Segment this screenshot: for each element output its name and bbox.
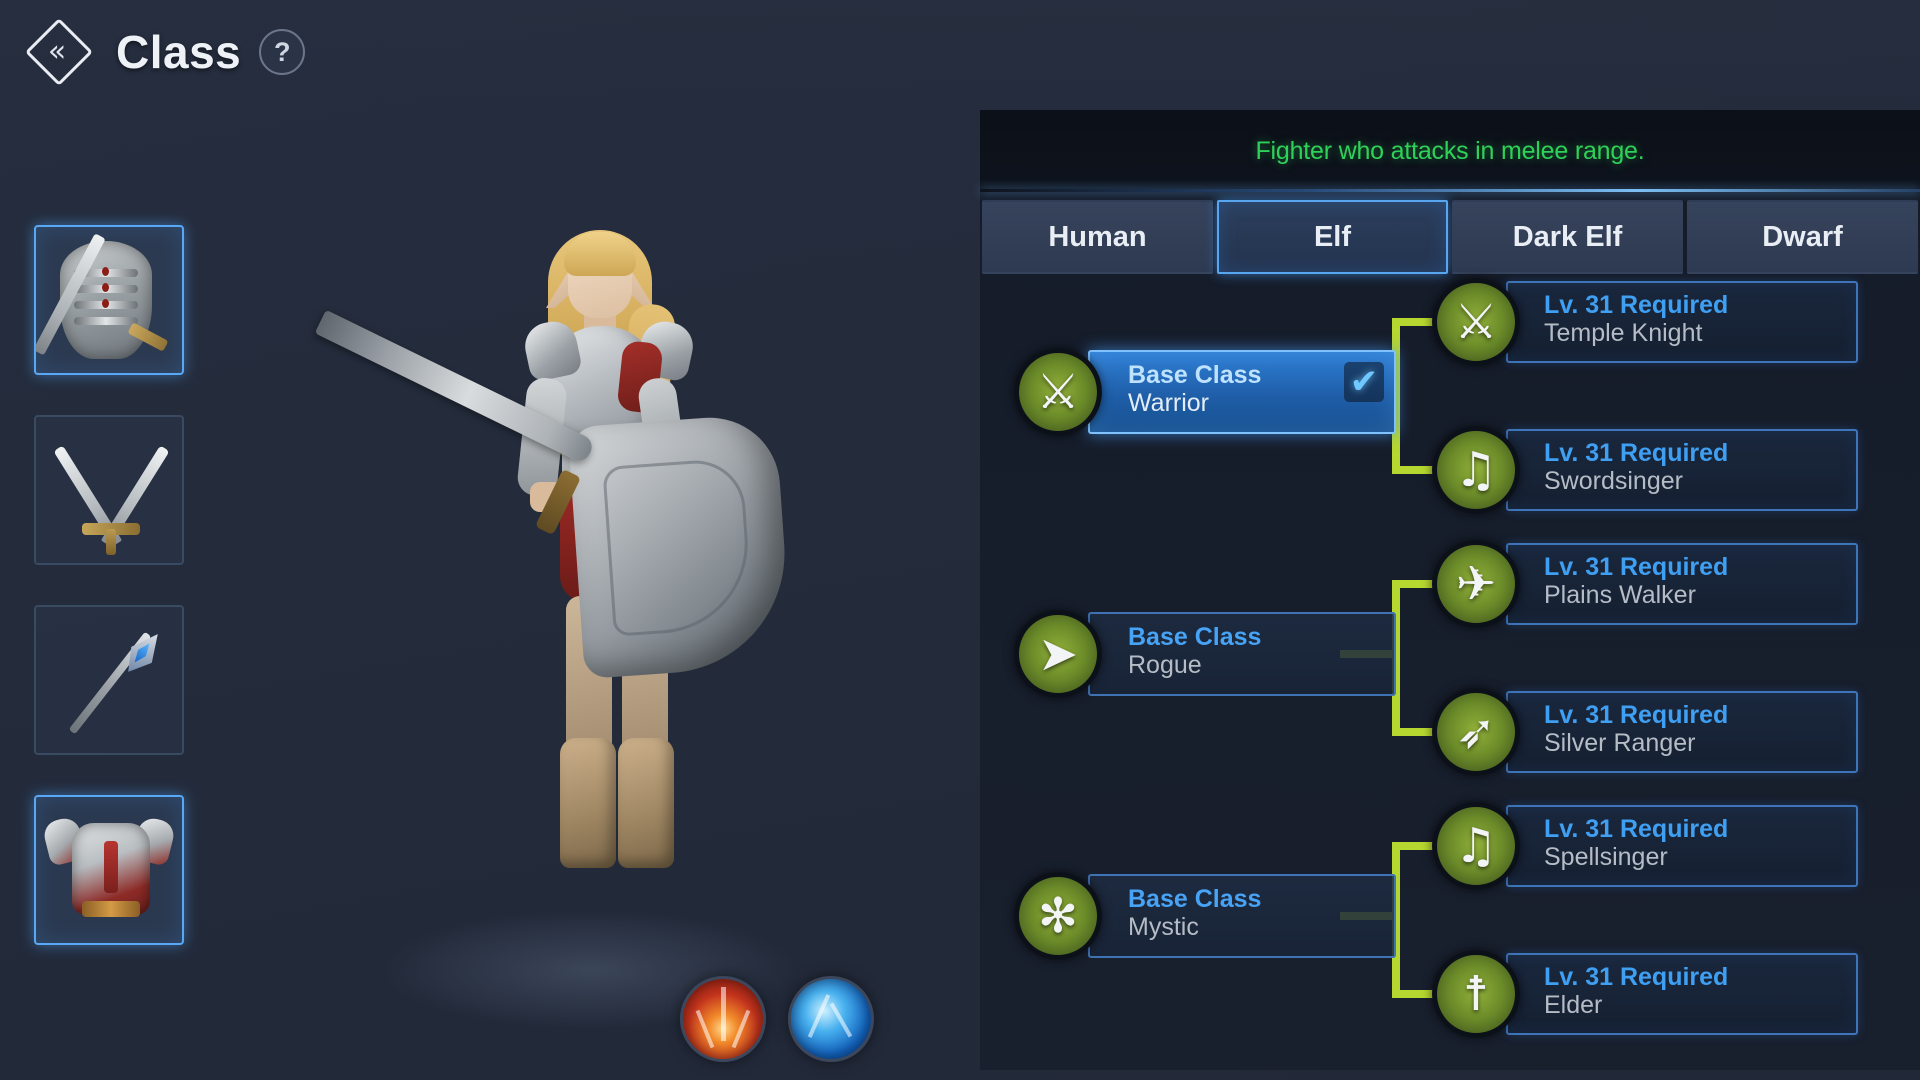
item-slot-crossed-swords[interactable] (34, 415, 184, 565)
class-screen: « Class ? Fighter who attacks in melee r… (0, 0, 1920, 1080)
advanced-class-box: Lv. 31 Required Elder (1506, 953, 1858, 1035)
base-class-kicker: Base Class (1128, 623, 1262, 651)
character-boot-left (560, 738, 616, 868)
advanced-class-name: Swordsinger (1544, 467, 1683, 495)
advanced-class-temple-knight[interactable]: ⚔ Lv. 31 Required Temple Knight (1432, 278, 1858, 366)
base-class-kicker: Base Class (1128, 885, 1262, 913)
sword-and-harp-icon: ♫ (1432, 426, 1520, 514)
class-panel: Fighter who attacks in melee range. Huma… (980, 110, 1920, 1070)
level-requirement: Lv. 31 Required (1544, 439, 1729, 467)
advanced-class-box: Lv. 31 Required Swordsinger (1506, 429, 1858, 511)
advanced-class-name: Temple Knight (1544, 319, 1703, 347)
back-button[interactable]: « (24, 17, 94, 87)
crossed-swords-icon (36, 417, 182, 563)
character-boot-right (618, 738, 674, 868)
item-slot-spear[interactable] (34, 605, 184, 755)
shield-and-swords-icon: ⚔ (1014, 348, 1102, 436)
spear-icon (36, 607, 182, 753)
advanced-class-name: Spellsinger (1544, 843, 1668, 871)
ribcage-armor-icon (36, 227, 182, 373)
winged-dagger-icon: ✈ (1432, 540, 1520, 628)
tab-human[interactable]: Human (982, 200, 1213, 274)
sun-spiral-icon: ✻ (1014, 872, 1102, 960)
heavy-armor-icon (36, 797, 182, 943)
tab-elf[interactable]: Elf (1217, 200, 1448, 274)
class-tree: ⚔ Base Class Warrior ✔ ⚔ Lv. 31 Required… (980, 274, 1920, 1080)
advanced-class-box: Lv. 31 Required Plains Walker (1506, 543, 1858, 625)
base-class-name: Rogue (1128, 651, 1202, 679)
race-tab-bar: Human Elf Dark Elf Dwarf (980, 200, 1920, 274)
base-class-mystic[interactable]: ✻ Base Class Mystic (1014, 872, 1396, 960)
class-description-text: Fighter who attacks in melee range. (1255, 136, 1645, 165)
harp-icon: ♫ (1432, 802, 1520, 890)
class-group-mystic: ✻ Base Class Mystic ♫ Lv. 31 Required Sp… (1002, 802, 1900, 1080)
level-requirement: Lv. 31 Required (1544, 291, 1729, 319)
description-underline (980, 189, 1920, 192)
winged-boot-icon: ➤ (1014, 610, 1102, 698)
level-requirement: Lv. 31 Required (1544, 815, 1729, 843)
help-button[interactable]: ? (259, 29, 306, 75)
crossed-swords-arrow-icon: ⚔ (1432, 278, 1520, 366)
base-class-rogue-box: Base Class Rogue (1088, 612, 1396, 696)
class-group-warrior: ⚔ Base Class Warrior ✔ ⚔ Lv. 31 Required… (1002, 278, 1900, 562)
item-slot-heavy-armor[interactable] (34, 795, 184, 945)
ice-orb[interactable] (788, 976, 874, 1062)
advanced-class-name: Plains Walker (1544, 581, 1696, 609)
element-orb-row (680, 976, 874, 1062)
advanced-class-name: Elder (1544, 991, 1603, 1019)
bow-icon: ➶ (1432, 688, 1520, 776)
advanced-class-spellsinger[interactable]: ♫ Lv. 31 Required Spellsinger (1432, 802, 1858, 890)
tab-dwarf[interactable]: Dwarf (1687, 200, 1918, 274)
advanced-class-elder[interactable]: ☨ Lv. 31 Required Elder (1432, 950, 1858, 1038)
level-requirement: Lv. 31 Required (1544, 553, 1729, 581)
double-chevron-left-icon: « (47, 34, 67, 69)
character-preview[interactable] (230, 90, 950, 1080)
advanced-class-swordsinger[interactable]: ♫ Lv. 31 Required Swordsinger (1432, 426, 1858, 514)
base-class-mystic-box: Base Class Mystic (1088, 874, 1396, 958)
base-class-name: Mystic (1128, 913, 1199, 941)
selected-check-icon: ✔ (1344, 362, 1384, 402)
class-description-bar: Fighter who attacks in melee range. (980, 110, 1920, 192)
item-slot-breastplate[interactable] (34, 225, 184, 375)
tab-dark-elf[interactable]: Dark Elf (1452, 200, 1683, 274)
fire-orb[interactable] (680, 976, 766, 1062)
level-requirement: Lv. 31 Required (1544, 701, 1729, 729)
page-title: Class (116, 26, 242, 78)
advanced-class-box: Lv. 31 Required Temple Knight (1506, 281, 1858, 363)
screen-header: « Class ? (0, 0, 1920, 104)
base-class-rogue[interactable]: ➤ Base Class Rogue (1014, 610, 1396, 698)
base-class-warrior-box: Base Class Warrior ✔ (1088, 350, 1396, 434)
advanced-class-box: Lv. 31 Required Silver Ranger (1506, 691, 1858, 773)
level-requirement: Lv. 31 Required (1544, 963, 1729, 991)
question-mark-icon: ? (274, 36, 291, 67)
advanced-class-plains-walker[interactable]: ✈ Lv. 31 Required Plains Walker (1432, 540, 1858, 628)
advanced-class-name: Silver Ranger (1544, 729, 1696, 757)
advanced-class-silver-ranger[interactable]: ➶ Lv. 31 Required Silver Ranger (1432, 688, 1858, 776)
base-class-warrior[interactable]: ⚔ Base Class Warrior ✔ (1014, 348, 1396, 436)
advanced-class-box: Lv. 31 Required Spellsinger (1506, 805, 1858, 887)
lantern-icon: ☨ (1432, 950, 1520, 1038)
equipment-rail (34, 225, 184, 985)
class-group-rogue: ➤ Base Class Rogue ✈ Lv. 31 Required Pla… (1002, 540, 1900, 824)
